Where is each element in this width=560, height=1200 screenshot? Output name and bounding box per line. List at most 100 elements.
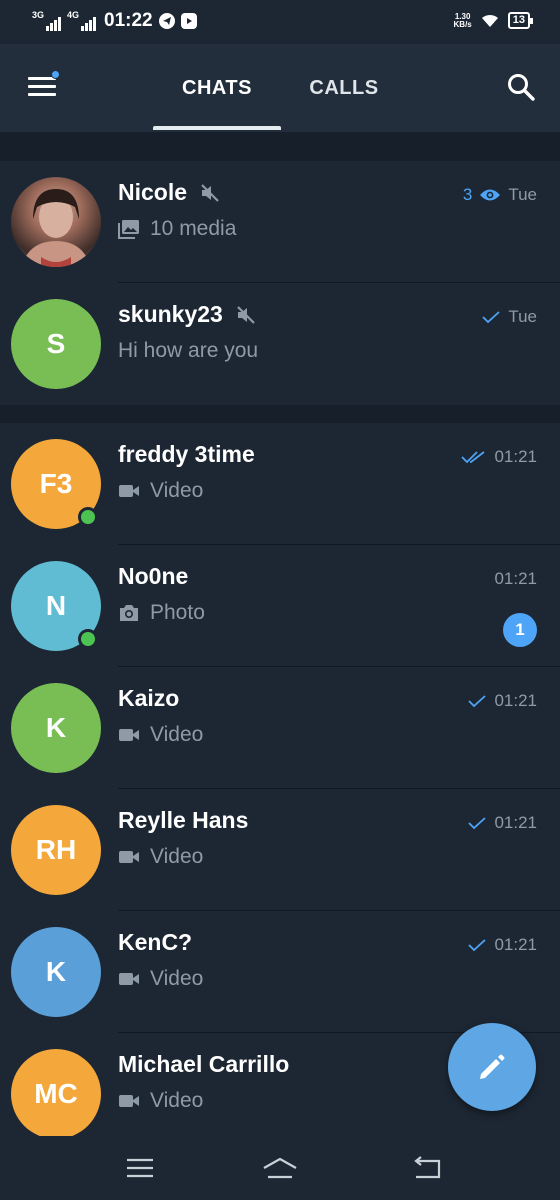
chat-time: 01:21	[494, 447, 537, 466]
chat-name: freddy 3time	[118, 441, 255, 468]
video-icon	[119, 973, 139, 985]
chat-name-text: Michael Carrillo	[118, 1051, 290, 1077]
app-header: CHATS CALLS	[0, 44, 560, 132]
notification-dot	[51, 70, 60, 79]
chat-row[interactable]: F3 freddy 3time Video 01:21	[0, 423, 560, 545]
clock: 01:22	[104, 10, 153, 31]
chat-preview: Video	[118, 723, 203, 747]
menu-icon[interactable]	[122, 1152, 158, 1184]
chat-row[interactable]: Nicole 10 media 3 Tue	[0, 161, 560, 283]
chat-meta: 01:21	[467, 935, 537, 955]
chat-name-text: Kaizo	[118, 685, 180, 711]
tab-calls[interactable]: CALLS	[296, 44, 392, 132]
chat-name-text: Nicole	[118, 179, 188, 205]
chat-preview: Video	[118, 845, 203, 869]
chat-preview: Hi how are you	[118, 339, 258, 363]
chat-name: No0ne	[118, 563, 188, 590]
home-icon[interactable]	[260, 1152, 300, 1184]
chat-preview-text: Video	[150, 845, 204, 868]
chat-preview-text: Video	[150, 967, 204, 990]
sent-check-icon	[468, 939, 487, 952]
search-icon[interactable]	[506, 72, 536, 102]
read-double-check-icon	[461, 451, 486, 464]
chat-preview: Video	[118, 479, 203, 503]
chat-name: Kaizo	[118, 685, 179, 712]
tab-chats[interactable]: CHATS	[153, 44, 281, 132]
chat-row[interactable]: S skunky23 Hi how are you Tue	[0, 283, 560, 405]
system-nav-bar	[0, 1136, 560, 1200]
avatar: K	[11, 683, 101, 773]
sent-check-icon	[468, 817, 487, 830]
hamburger-menu-icon[interactable]	[28, 70, 60, 100]
network-type-2: 4G	[67, 10, 80, 20]
chat-preview-text: Video	[150, 479, 204, 502]
status-left: 3G 4G 01:22	[32, 10, 197, 32]
chat-meta: 01:21	[461, 447, 537, 467]
status-right: 1.30 KB/s 13	[453, 12, 534, 29]
avatar: S	[11, 299, 101, 389]
gallery-icon	[118, 220, 139, 239]
back-icon[interactable]	[408, 1152, 444, 1184]
avatar: K	[11, 927, 101, 1017]
online-indicator	[78, 507, 98, 527]
video-app-notification-icon	[180, 13, 197, 29]
video-icon	[119, 851, 139, 863]
chat-meta: Tue	[481, 307, 537, 327]
status-bar: 3G 4G 01:22 1.30 KB/s 13	[0, 0, 560, 44]
chat-row[interactable]: K KenC? Video 01:21	[0, 911, 560, 1033]
chat-name-text: skunky23	[118, 301, 223, 327]
chat-name-text: Reylle Hans	[118, 807, 249, 833]
muted-icon	[237, 305, 255, 324]
chat-preview: Video	[118, 1089, 203, 1113]
sent-check-icon	[482, 311, 500, 324]
chat-meta: 01:21	[467, 691, 537, 711]
camera-icon	[120, 605, 138, 621]
network-speed: 1.30 KB/s	[453, 12, 472, 29]
chat-row[interactable]: K Kaizo Video 01:21	[0, 667, 560, 789]
signal-3g-icon: 3G	[32, 10, 62, 31]
chat-row[interactable]: RH Reylle Hans Video 01:21	[0, 789, 560, 911]
chat-name: Nicole	[118, 179, 221, 206]
chat-time: 01:21	[494, 813, 537, 832]
muted-icon	[201, 183, 219, 202]
chat-name: Michael Carrillo	[118, 1051, 289, 1078]
chat-name: Reylle Hans	[118, 807, 248, 834]
chats-section-divider	[0, 405, 560, 423]
network-type-1: 3G	[32, 10, 45, 20]
video-icon	[119, 485, 139, 497]
speed-unit: KB/s	[453, 19, 472, 29]
chat-name: skunky23	[118, 301, 257, 328]
chat-time: Tue	[508, 307, 537, 326]
chat-name: KenC?	[118, 929, 192, 956]
chat-name-text: KenC?	[118, 929, 193, 955]
unread-badge: 1	[503, 613, 537, 647]
view-count: 3	[462, 185, 473, 204]
avatar: RH	[11, 805, 101, 895]
chat-preview-text: Video	[150, 1089, 204, 1112]
chat-row[interactable]: N No0ne Photo 01:21 1	[0, 545, 560, 667]
active-tab-indicator	[153, 126, 281, 130]
video-icon	[119, 1095, 139, 1107]
chat-meta: 01:21	[494, 569, 537, 589]
pencil-icon	[480, 1054, 505, 1079]
chat-time: 01:21	[494, 935, 537, 954]
chat-preview: 10 media	[118, 217, 236, 241]
pinned-section-divider	[0, 132, 560, 161]
chat-preview: Photo	[118, 601, 205, 625]
new-message-button[interactable]	[448, 1023, 536, 1111]
online-indicator	[78, 629, 98, 649]
chat-time: Tue	[508, 185, 537, 204]
chat-name-text: freddy 3time	[118, 441, 255, 467]
avatar: MC	[11, 1049, 101, 1136]
chat-meta: 3 Tue	[463, 185, 537, 205]
battery-icon: 13	[507, 12, 534, 29]
chat-preview-text: Photo	[150, 601, 205, 624]
avatar	[11, 177, 101, 267]
signal-4g-icon: 4G	[67, 10, 97, 31]
eye-icon	[480, 189, 501, 201]
telegram-notification-icon	[158, 13, 175, 29]
chat-preview-text: Video	[150, 723, 204, 746]
video-icon	[119, 729, 139, 741]
chat-meta: 01:21	[467, 813, 537, 833]
chat-time: 01:21	[494, 691, 537, 710]
